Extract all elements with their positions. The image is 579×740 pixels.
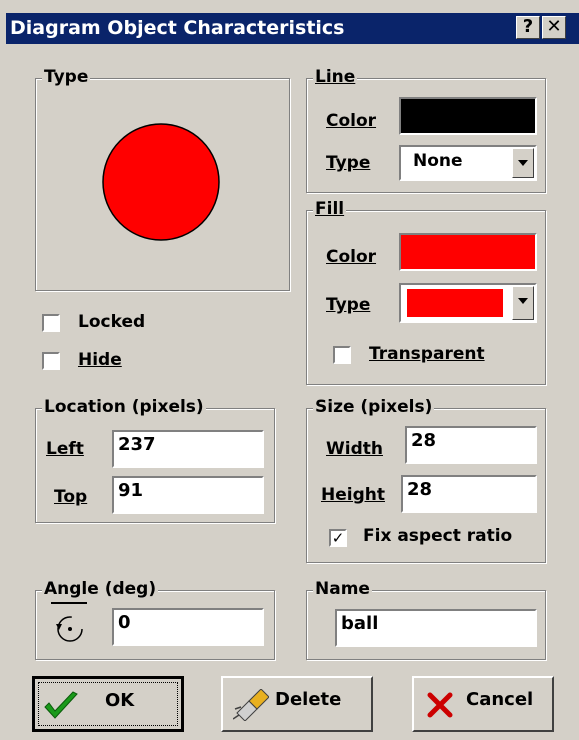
- width-label: Width: [326, 439, 383, 459]
- locked-label[interactable]: Locked: [78, 312, 145, 332]
- shape-preview: [102, 123, 220, 241]
- height-label: Height: [321, 485, 385, 505]
- size-group: Size (pixels) Width 28 Height 28 ✓ Fix a…: [306, 397, 546, 563]
- circle-shape: [102, 123, 220, 241]
- eraser-icon: [233, 689, 269, 721]
- chevron-down-icon[interactable]: [512, 148, 534, 178]
- fill-type-label: Type: [326, 295, 371, 315]
- size-group-title: Size (pixels): [313, 397, 435, 417]
- name-group: Name ball: [306, 579, 546, 660]
- chevron-down-icon[interactable]: [512, 286, 534, 320]
- top-label: Top: [54, 487, 88, 507]
- top-input[interactable]: 91: [112, 476, 264, 514]
- fill-type-select[interactable]: [399, 283, 537, 323]
- name-input[interactable]: ball: [335, 609, 537, 647]
- angle-group-title: Angle (deg): [42, 579, 159, 599]
- line-color-label: Color: [326, 111, 377, 131]
- fix-aspect-label[interactable]: Fix aspect ratio: [363, 526, 512, 546]
- title-bar[interactable]: Diagram Object Characteristics ? ✕: [6, 13, 579, 44]
- line-type-select[interactable]: None: [399, 145, 537, 181]
- checkmark-icon: [44, 691, 78, 719]
- cancel-label: Cancel: [466, 689, 534, 710]
- line-group: Line Color Type None: [306, 67, 546, 193]
- line-color-swatch[interactable]: [399, 97, 537, 135]
- type-group: Type: [35, 67, 290, 291]
- x-icon: [427, 692, 453, 718]
- height-input[interactable]: 28: [401, 475, 537, 513]
- transparent-label[interactable]: Transparent: [369, 344, 485, 364]
- cancel-button[interactable]: Cancel: [412, 676, 554, 732]
- angle-input[interactable]: 0: [112, 608, 264, 646]
- fix-aspect-checkbox[interactable]: ✓: [329, 529, 347, 547]
- left-label: Left: [46, 439, 84, 459]
- name-group-title: Name: [313, 579, 372, 599]
- location-group-title: Location (pixels): [42, 397, 206, 417]
- rotate-icon: [56, 616, 83, 642]
- close-button[interactable]: ✕: [542, 16, 566, 39]
- ok-label: OK: [105, 690, 135, 711]
- delete-label: Delete: [275, 689, 342, 710]
- transparent-checkbox[interactable]: [333, 346, 351, 364]
- window-title: Diagram Object Characteristics: [10, 17, 345, 39]
- help-button[interactable]: ?: [516, 16, 540, 39]
- angle-divider: [51, 602, 87, 604]
- fill-color-label: Color: [326, 247, 377, 267]
- locked-checkbox[interactable]: [42, 314, 60, 332]
- hide-checkbox[interactable]: [42, 352, 60, 370]
- fill-group-title: Fill: [313, 199, 347, 219]
- ok-button[interactable]: OK: [32, 676, 184, 732]
- line-type-value: None: [413, 151, 463, 171]
- line-type-label: Type: [326, 153, 371, 173]
- fill-color-swatch[interactable]: [399, 233, 537, 271]
- dialog-window: Diagram Object Characteristics ? ✕ Type …: [0, 0, 579, 740]
- type-group-title: Type: [42, 67, 91, 87]
- hide-label[interactable]: Hide: [78, 350, 122, 370]
- width-input[interactable]: 28: [405, 426, 537, 464]
- delete-button[interactable]: Delete: [221, 676, 373, 732]
- angle-group: Angle (deg) 0: [35, 579, 275, 660]
- location-group: Location (pixels) Left 237 Top 91: [35, 397, 275, 523]
- fill-group: Fill Color Type Transparent: [306, 199, 546, 385]
- fill-type-color: [407, 289, 503, 317]
- left-input[interactable]: 237: [112, 430, 264, 468]
- line-group-title: Line: [313, 67, 358, 87]
